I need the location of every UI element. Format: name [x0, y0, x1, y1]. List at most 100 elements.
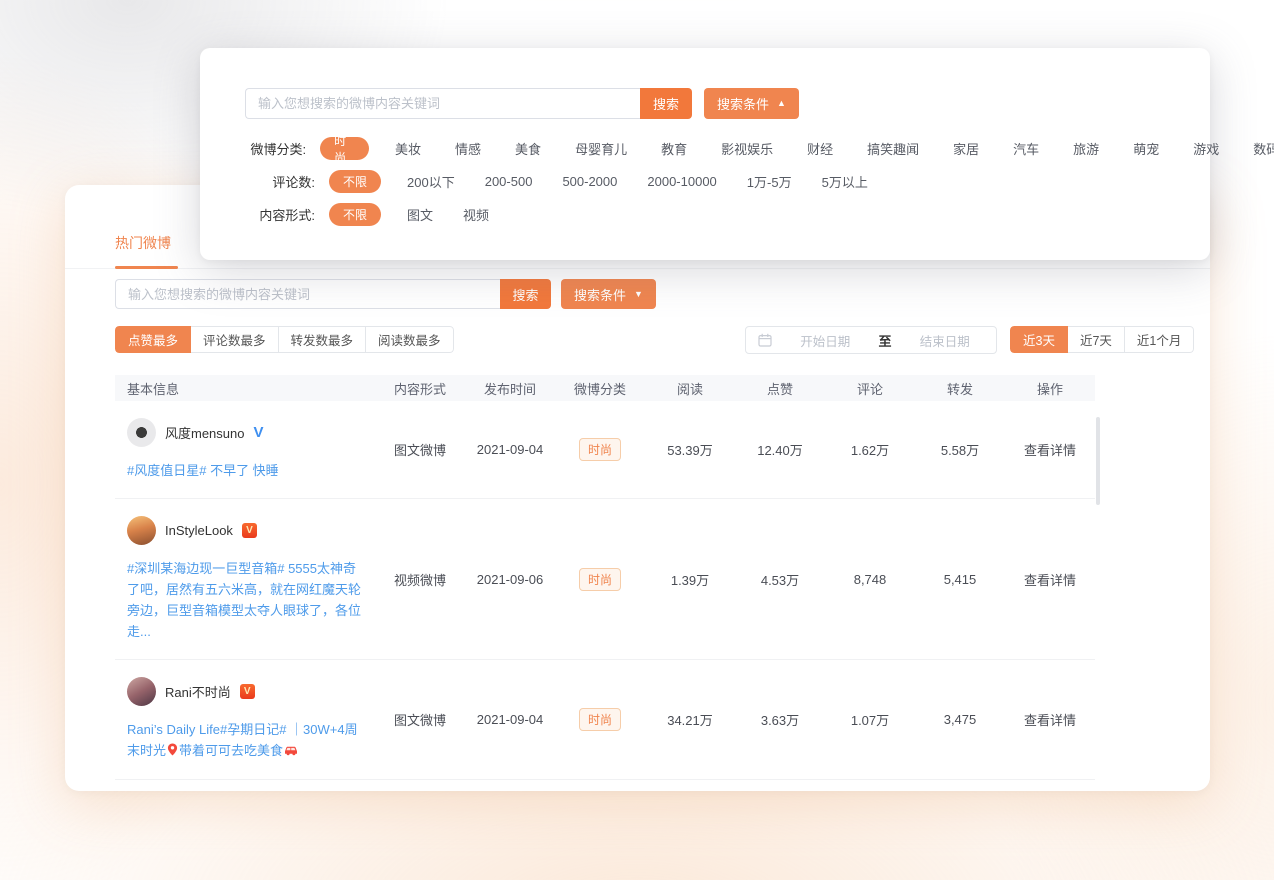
weibo-content-link[interactable]: #风度值日星# 不早了 快睡 [127, 460, 365, 481]
search-condition-panel: 搜索 搜索条件 ▲ 微博分类: 时尚 美妆 情感 美食 母婴育儿 教育 影视娱乐 财经 搞笑趣… [200, 48, 1210, 260]
hot-weibo-panel: 热门微博 搜索 搜索条件 ▼ 点赞最多 评论数最多 转发数最多 阅读数最多 [65, 185, 1210, 791]
search-condition-label: 搜索条件 [574, 285, 626, 304]
user-name[interactable]: InStyleLook [165, 523, 233, 538]
category-tag: 时尚 [579, 708, 621, 731]
filter-option[interactable]: 200-500 [485, 174, 533, 189]
search-condition-label: 搜索条件 [717, 94, 769, 113]
filter-option[interactable]: 2000-10000 [647, 174, 716, 189]
sort-most-commented[interactable]: 评论数最多 [191, 326, 279, 353]
sort-most-liked[interactable]: 点赞最多 [115, 326, 191, 353]
quick-range-1m[interactable]: 近1个月 [1125, 326, 1194, 353]
reads-cell: 53.39万 [645, 440, 735, 459]
comments-cell: 1.07万 [825, 710, 915, 729]
sort-segmented-control: 点赞最多 评论数最多 转发数最多 阅读数最多 [115, 326, 454, 353]
filter-option[interactable]: 游戏 [1193, 139, 1219, 158]
filter-option[interactable]: 500-2000 [562, 174, 617, 189]
filter-option[interactable]: 数码科技 [1253, 139, 1274, 158]
filter-option[interactable]: 1万-5万 [747, 172, 792, 191]
reposts-cell: 5.58万 [915, 440, 1005, 459]
category-cell: 时尚 [555, 708, 645, 731]
keyword-search-input[interactable] [245, 88, 640, 119]
user-name[interactable]: 风度mensuno [165, 423, 244, 442]
sort-most-read[interactable]: 阅读数最多 [366, 326, 454, 353]
table-header-row: 基本信息 内容形式 发布时间 微博分类 阅读 点赞 评论 转发 操作 [115, 375, 1095, 401]
filter-label: 内容形式: [245, 205, 315, 224]
sort-most-reposted[interactable]: 转发数最多 [279, 326, 367, 353]
category-cell: 时尚 [555, 568, 645, 591]
table-row: InStyleLook V #深圳某海边现一巨型音箱# 5555太神奇了吧，居然… [115, 499, 1095, 660]
view-details-link[interactable]: 查看详情 [1005, 440, 1095, 459]
filter-selected-pill[interactable]: 不限 [329, 170, 381, 193]
filter-option[interactable]: 搞笑趣闻 [867, 139, 919, 158]
basic-info-cell: 风度mensuno V #风度值日星# 不早了 快睡 [115, 401, 375, 498]
publish-time-cell: 2021-09-04 [465, 442, 555, 457]
reads-cell: 34.21万 [645, 710, 735, 729]
likes-cell: 3.63万 [735, 710, 825, 729]
weibo-table: 基本信息 内容形式 发布时间 微博分类 阅读 点赞 评论 转发 操作 风度men… [115, 375, 1095, 780]
table-scrollbar[interactable] [1096, 417, 1100, 505]
filter-search-row: 搜索 搜索条件 ▲ [245, 88, 799, 119]
list-controls: 点赞最多 评论数最多 转发数最多 阅读数最多 开始日期 至 结束日期 近3天 近… [115, 326, 1160, 354]
view-details-link[interactable]: 查看详情 [1005, 710, 1095, 729]
filter-option[interactable]: 美妆 [395, 139, 421, 158]
search-condition-toggle-button[interactable]: 搜索条件 ▲ [704, 88, 799, 119]
filter-option[interactable]: 视频 [463, 205, 489, 224]
filter-option[interactable]: 母婴育儿 [575, 139, 627, 158]
header-reads: 阅读 [645, 379, 735, 398]
filter-selected-pill[interactable]: 时尚 [320, 137, 369, 160]
filter-option[interactable]: 影视娱乐 [721, 139, 773, 158]
comments-cell: 8,748 [825, 572, 915, 587]
filter-option[interactable]: 200以下 [407, 172, 455, 191]
keyword-search-input[interactable] [115, 279, 500, 309]
filter-row-content-form: 内容形式: 不限 图文 视频 [245, 203, 1274, 226]
filter-option[interactable]: 美食 [515, 139, 541, 158]
content-form-cell: 图文微博 [375, 440, 465, 459]
tab-active-underline [115, 266, 178, 269]
content-form-cell: 视频微博 [375, 570, 465, 589]
content-form-cell: 图文微博 [375, 710, 465, 729]
filter-label: 微博分类: [245, 139, 306, 158]
filter-option[interactable]: 教育 [661, 139, 687, 158]
end-date-input[interactable]: 结束日期 [906, 331, 985, 350]
filter-row-comment-count: 评论数: 不限 200以下200-500500-20002000-100001万… [245, 170, 1274, 193]
header-reposts: 转发 [915, 379, 1005, 398]
search-button[interactable]: 搜索 [500, 279, 551, 309]
filter-option[interactable]: 家居 [953, 139, 979, 158]
filter-option[interactable]: 汽车 [1013, 139, 1039, 158]
filter-row-category: 微博分类: 时尚 美妆 情感 美食 母婴育儿 教育 影视娱乐 财经 搞笑趣闻 家居 汽车 旅游 萌宠 游… [245, 137, 1274, 160]
tab-hot-weibo[interactable]: 热门微博 [115, 233, 171, 253]
filter-option[interactable]: 财经 [807, 139, 833, 158]
publish-time-cell: 2021-09-04 [465, 712, 555, 727]
quick-range-3d[interactable]: 近3天 [1010, 326, 1068, 353]
weibo-content-link[interactable]: Rani’s Daily Life#孕期日记# ｜30W+4周末时光带着可可去吃… [127, 719, 365, 762]
quick-range-7d[interactable]: 近7天 [1068, 326, 1125, 353]
avatar[interactable] [127, 677, 156, 706]
weibo-content-link[interactable]: #深圳某海边现一巨型音箱# 5555太神奇了吧，居然有五六米高，就在网红魔天轮旁… [127, 558, 365, 642]
filter-selected-pill[interactable]: 不限 [329, 203, 381, 226]
header-likes: 点赞 [735, 379, 825, 398]
user-name[interactable]: Rani不时尚 [165, 682, 231, 701]
table-row: Rani不时尚 V Rani’s Daily Life#孕期日记# ｜30W+4… [115, 660, 1095, 780]
avatar[interactable] [127, 418, 156, 447]
header-content-form: 内容形式 [375, 379, 465, 398]
filter-option[interactable]: 萌宠 [1133, 139, 1159, 158]
filter-option[interactable]: 图文 [407, 205, 433, 224]
search-button[interactable]: 搜索 [640, 88, 692, 119]
avatar[interactable] [127, 516, 156, 545]
header-comments: 评论 [825, 379, 915, 398]
reads-cell: 1.39万 [645, 570, 735, 589]
date-range-to-label: 至 [879, 331, 892, 350]
start-date-input[interactable]: 开始日期 [786, 331, 865, 350]
content-text: 带着可可去吃美食 [179, 743, 283, 758]
quick-range-segmented-control: 近3天 近7天 近1个月 [1010, 326, 1194, 353]
category-cell: 时尚 [555, 438, 645, 461]
view-details-link[interactable]: 查看详情 [1005, 570, 1095, 589]
filter-option[interactable]: 旅游 [1073, 139, 1099, 158]
search-condition-toggle-button[interactable]: 搜索条件 ▼ [561, 279, 656, 309]
filter-option[interactable]: 5万以上 [822, 172, 868, 191]
date-range-picker[interactable]: 开始日期 至 结束日期 [745, 326, 997, 354]
verified-blue-v-icon: V [253, 424, 263, 441]
header-category: 微博分类 [555, 379, 645, 398]
filter-option[interactable]: 情感 [455, 139, 481, 158]
calendar-icon [758, 333, 772, 347]
